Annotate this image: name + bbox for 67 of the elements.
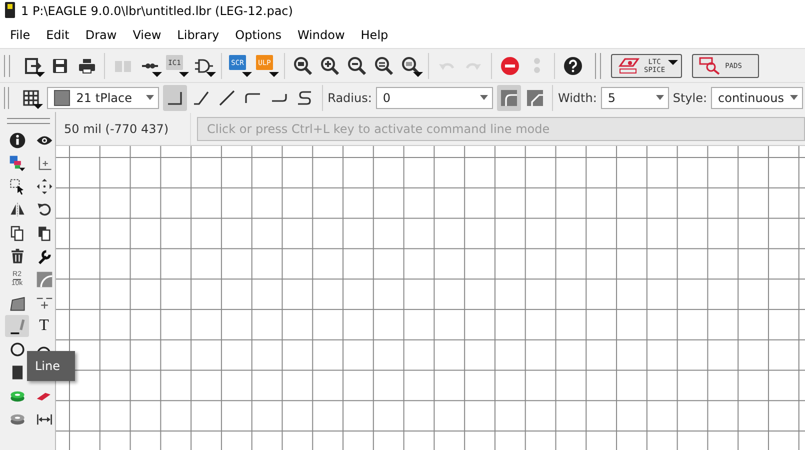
line-draw-icon <box>8 318 26 335</box>
zoom-in-icon <box>320 56 340 76</box>
caret-icon <box>668 60 678 64</box>
pins-icon <box>140 62 158 70</box>
caret-icon <box>179 72 189 76</box>
text-tool-glyph: T <box>39 317 49 336</box>
tooltip: Line <box>27 351 75 381</box>
circle-icon <box>8 341 26 358</box>
miter-icon <box>499 88 520 108</box>
undo-icon <box>438 60 455 70</box>
miter-icon <box>36 271 52 288</box>
zoom-out-icon <box>346 56 366 76</box>
dropdown-arrow-icon <box>656 95 664 100</box>
menu-item[interactable]: Draw <box>77 26 125 44</box>
menu-item[interactable]: Edit <box>38 26 78 44</box>
paste-icon <box>36 224 52 242</box>
magnifier-chip-icon <box>699 56 722 74</box>
miter-style-button[interactable] <box>497 84 522 110</box>
bend-icon <box>216 88 237 108</box>
move-icon <box>36 178 52 196</box>
miter-icon <box>525 88 546 108</box>
split-icon <box>8 294 26 312</box>
group-select-icon <box>8 178 26 196</box>
width-dropdown[interactable]: 5 <box>600 86 669 108</box>
pad-icon <box>36 392 52 401</box>
tool-button[interactable]: T <box>32 315 56 338</box>
layers-icon <box>8 154 26 172</box>
board-eye-icon <box>618 56 640 74</box>
app-icon <box>5 2 15 18</box>
dropdown-arrow-icon <box>146 95 154 100</box>
redo-icon <box>465 60 482 70</box>
field-label: Style: <box>672 90 708 104</box>
stop-icon <box>500 56 520 76</box>
dropdown-arrow-icon <box>790 95 798 100</box>
command-line-field[interactable]: Click or press Ctrl+L key to activate command line mode <box>197 116 805 140</box>
wrench-icon <box>36 248 52 265</box>
zoom-select-icon <box>374 56 394 76</box>
field-label: Radius: <box>328 90 372 104</box>
info-icon <box>8 132 26 148</box>
grid-icon <box>21 88 42 108</box>
menu-item[interactable]: Library <box>169 26 228 44</box>
field-label: Width: <box>558 90 597 104</box>
menu-item[interactable]: Window <box>289 26 353 44</box>
copy-icon <box>8 224 26 242</box>
coordinates-readout: 50 mil (-770 437) <box>56 112 191 144</box>
wire-bend-button[interactable] <box>162 84 187 110</box>
dropdown-arrow-icon <box>480 95 488 100</box>
caret-icon <box>269 72 279 76</box>
menu-item[interactable]: Options <box>227 26 290 44</box>
tool-button[interactable] <box>5 315 29 338</box>
trash-icon <box>8 248 26 265</box>
caret-icon <box>206 72 216 76</box>
menu-item[interactable]: File <box>2 26 38 44</box>
zoom-fit-icon <box>292 56 312 76</box>
caret-icon <box>35 72 45 76</box>
menu-item[interactable]: View <box>124 26 170 44</box>
rotate-icon <box>36 201 52 218</box>
open-file-icon <box>22 56 42 76</box>
layer-dropdown[interactable]: 21 tPlace <box>47 86 159 108</box>
dots-icon <box>532 57 540 74</box>
window-title: 1 P:\EAGLE 9.0.0\lbr\untitled.lbr (LEG-12.pac) <box>21 4 293 18</box>
menu-item[interactable]: Help <box>352 26 396 44</box>
radius-dropdown[interactable]: 0 <box>376 86 494 108</box>
caret-icon <box>413 72 423 76</box>
mirror-icon <box>8 201 26 218</box>
help-icon <box>562 56 582 76</box>
style-dropdown[interactable]: continuous <box>711 86 804 108</box>
